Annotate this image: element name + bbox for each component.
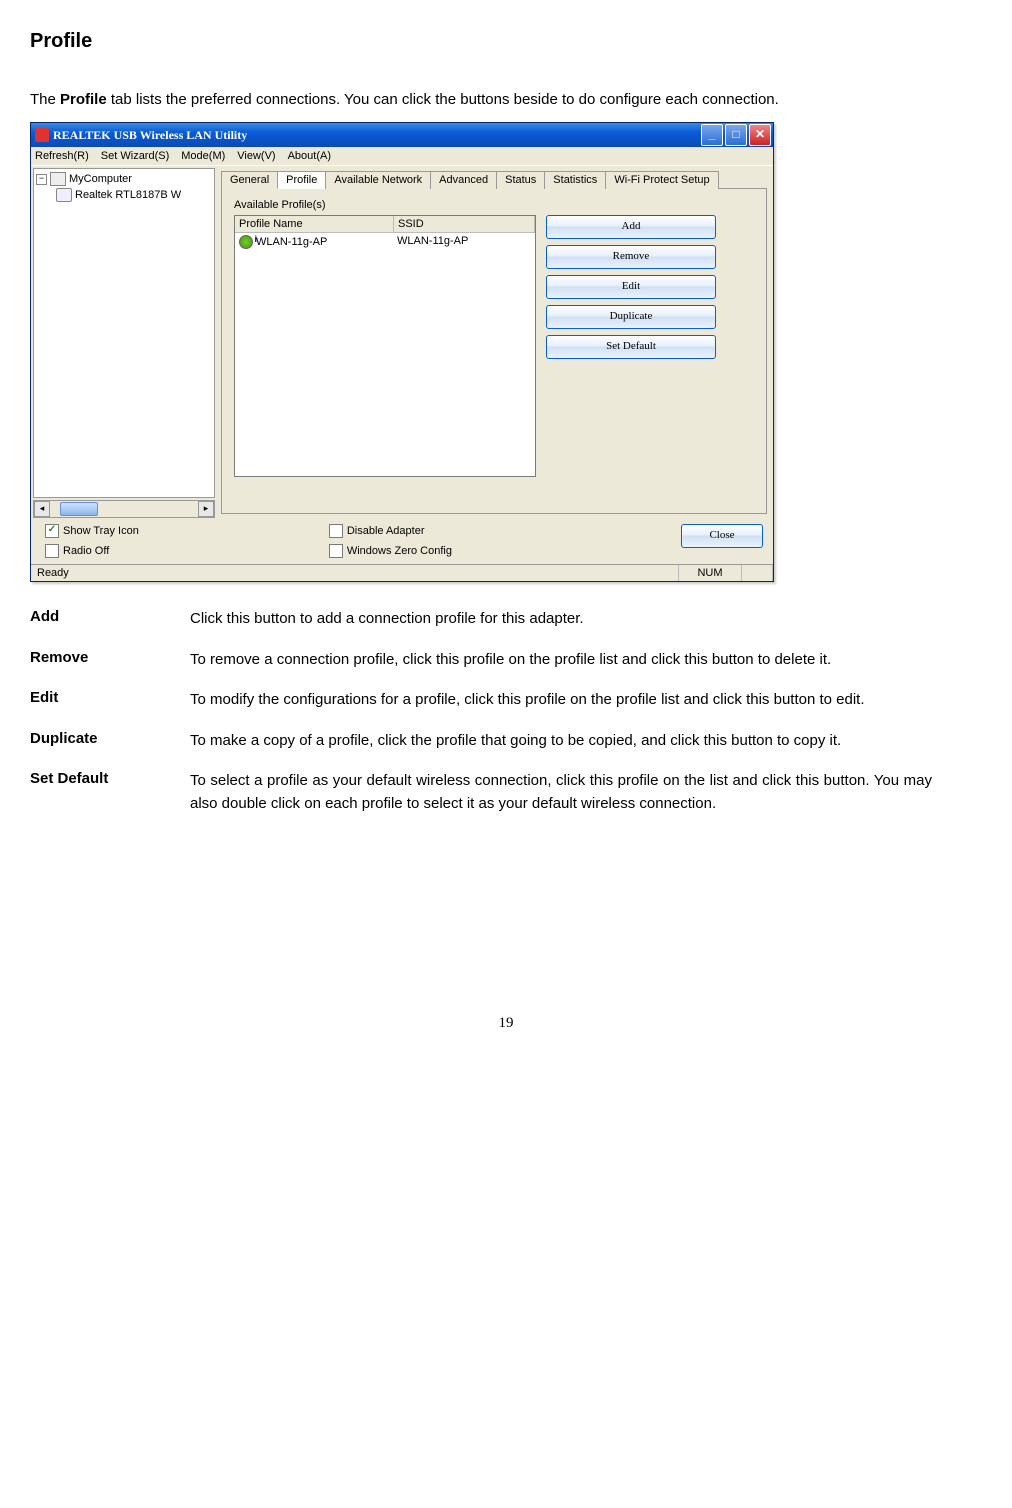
definition-list: Add Click this button to add a connectio…	[30, 608, 982, 815]
checkbox-icon: ✓	[45, 524, 59, 538]
tree-node-root[interactable]: − MyComputer	[36, 171, 212, 187]
tab-available-network[interactable]: Available Network	[325, 171, 431, 189]
status-grip	[742, 565, 773, 581]
column-header-ssid[interactable]: SSID	[394, 216, 535, 232]
maximize-button[interactable]: □	[725, 124, 747, 146]
group-label: Available Profile(s)	[234, 199, 756, 211]
checkbox-radio-off-label: Radio Off	[63, 545, 109, 557]
statusbar: Ready NUM	[31, 564, 773, 581]
menu-about[interactable]: About(A)	[288, 150, 331, 162]
app-icon	[35, 128, 49, 142]
def-term-add: Add	[30, 608, 190, 631]
tree-toggle-icon[interactable]: −	[36, 174, 47, 185]
page-number: 19	[30, 1015, 982, 1032]
scroll-thumb[interactable]	[60, 502, 98, 516]
tab-status[interactable]: Status	[496, 171, 545, 189]
def-desc-duplicate: To make a copy of a profile, click the p…	[190, 730, 982, 753]
ssid-cell: WLAN-11g-AP	[393, 234, 535, 250]
add-button[interactable]: Add	[546, 215, 716, 239]
intro-text-suffix: tab lists the preferred connections. You…	[107, 91, 779, 108]
window-title: REALTEK USB Wireless LAN Utility	[53, 128, 699, 143]
menubar: Refresh(R) Set Wizard(S) Mode(M) View(V)…	[31, 147, 773, 166]
list-item[interactable]: WLAN-11g-AP WLAN-11g-AP	[235, 233, 535, 251]
edit-button[interactable]: Edit	[546, 275, 716, 299]
def-term-edit: Edit	[30, 689, 190, 712]
device-icon	[56, 188, 72, 202]
menu-mode[interactable]: Mode(M)	[181, 150, 225, 162]
tab-profile[interactable]: Profile	[277, 171, 326, 189]
checkbox-show-tray[interactable]: ✓ Show Tray Icon	[45, 524, 139, 538]
duplicate-button[interactable]: Duplicate	[546, 305, 716, 329]
close-button[interactable]: Close	[681, 524, 763, 548]
checkbox-win-zero-label: Windows Zero Config	[347, 545, 452, 557]
def-desc-remove: To remove a connection profile, click th…	[190, 649, 982, 672]
intro-bold: Profile	[60, 91, 107, 108]
menu-refresh[interactable]: Refresh(R)	[35, 150, 89, 162]
def-term-duplicate: Duplicate	[30, 730, 190, 753]
checkbox-radio-off[interactable]: Radio Off	[45, 544, 139, 558]
menu-set-wizard[interactable]: Set Wizard(S)	[101, 150, 169, 162]
checkbox-disable-adapter-label: Disable Adapter	[347, 525, 425, 537]
close-window-button[interactable]: ✕	[749, 124, 771, 146]
minimize-button[interactable]: _	[701, 124, 723, 146]
profile-listview[interactable]: Profile Name SSID WLAN-11g-AP WLAN-11g-A…	[234, 215, 536, 477]
column-header-profile-name[interactable]: Profile Name	[235, 216, 394, 232]
checkbox-icon	[45, 544, 59, 558]
status-num: NUM	[679, 565, 742, 581]
tree-child-label: Realtek RTL8187B W	[75, 189, 181, 201]
def-term-remove: Remove	[30, 649, 190, 672]
profile-name-cell: WLAN-11g-AP	[256, 236, 327, 248]
checkbox-icon	[329, 524, 343, 538]
tree-root-label: MyComputer	[69, 173, 132, 185]
device-tree[interactable]: − MyComputer Realtek RTL8187B W	[33, 168, 215, 498]
scroll-left-icon[interactable]: ◂	[34, 501, 50, 517]
profile-row-icon	[239, 235, 253, 249]
scroll-right-icon[interactable]: ▸	[198, 501, 214, 517]
tab-general[interactable]: General	[221, 171, 278, 189]
intro-paragraph: The Profile tab lists the preferred conn…	[30, 83, 982, 116]
intro-text-prefix: The	[30, 91, 60, 108]
app-window: REALTEK USB Wireless LAN Utility _ □ ✕ R…	[30, 122, 774, 582]
tree-node-child[interactable]: Realtek RTL8187B W	[56, 187, 212, 203]
def-desc-add: Click this button to add a connection pr…	[190, 608, 982, 631]
checkbox-show-tray-label: Show Tray Icon	[63, 525, 139, 537]
computer-icon	[50, 172, 66, 186]
tree-scrollbar[interactable]: ◂ ▸	[33, 500, 215, 518]
checkbox-disable-adapter[interactable]: Disable Adapter	[329, 524, 452, 538]
checkbox-win-zero[interactable]: Windows Zero Config	[329, 544, 452, 558]
def-desc-set-default: To select a profile as your default wire…	[190, 770, 982, 815]
remove-button[interactable]: Remove	[546, 245, 716, 269]
tab-wps[interactable]: Wi-Fi Protect Setup	[605, 171, 718, 189]
checkbox-icon	[329, 544, 343, 558]
def-term-set-default: Set Default	[30, 770, 190, 815]
set-default-button[interactable]: Set Default	[546, 335, 716, 359]
tab-statistics[interactable]: Statistics	[544, 171, 606, 189]
status-ready: Ready	[31, 565, 679, 581]
def-desc-edit: To modify the configurations for a profi…	[190, 689, 982, 712]
menu-view[interactable]: View(V)	[237, 150, 275, 162]
titlebar[interactable]: REALTEK USB Wireless LAN Utility _ □ ✕	[31, 123, 773, 147]
tab-strip: General Profile Available Network Advanc…	[221, 170, 767, 189]
tab-advanced[interactable]: Advanced	[430, 171, 497, 189]
page-heading: Profile	[30, 30, 982, 53]
